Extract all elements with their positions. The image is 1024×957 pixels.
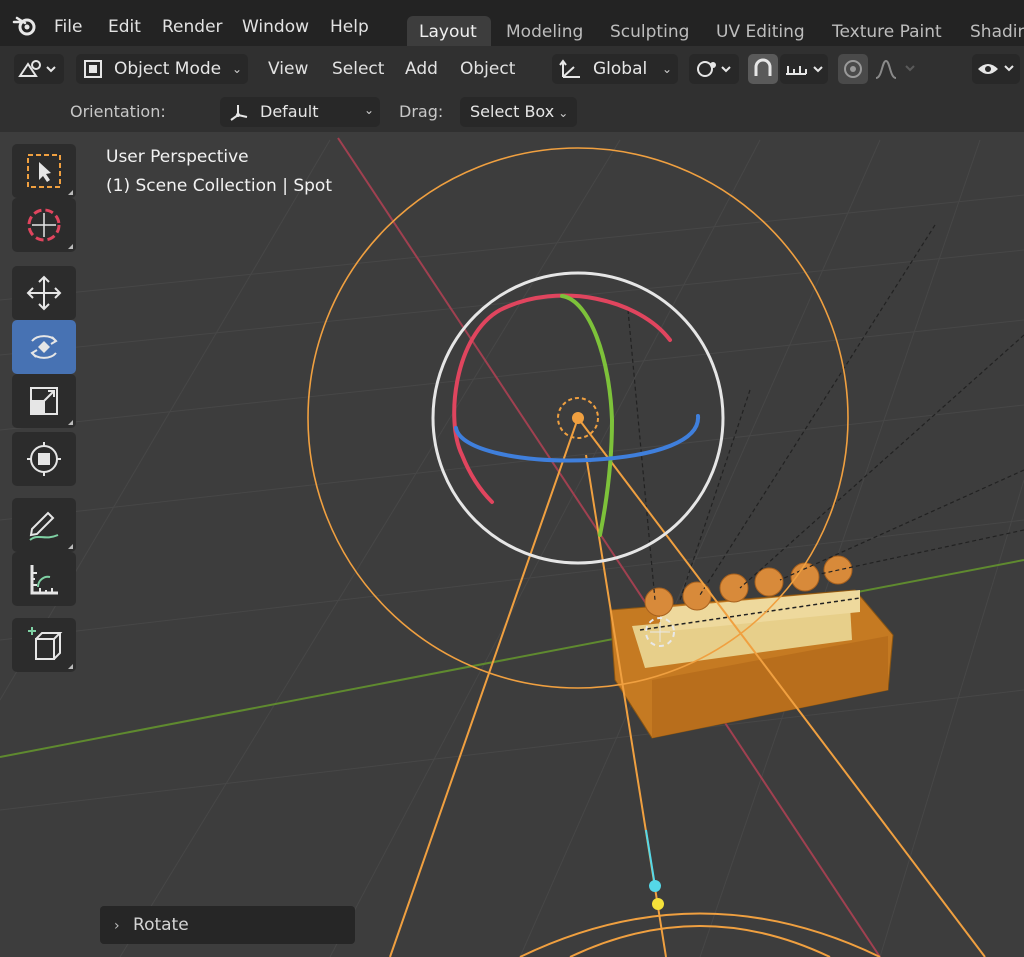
viewport-header: Object Mode ⌄ View Select Add Object Glo… [0, 46, 1024, 92]
drag-dropdown[interactable]: Select Box ⌄ [460, 97, 577, 127]
menu-view[interactable]: View [268, 54, 308, 84]
pivot-point-dropdown[interactable] [689, 54, 739, 84]
object-mode-icon [84, 60, 102, 78]
orientation-dropdown[interactable]: Default ⌄ [220, 97, 380, 127]
menu-window[interactable]: Window [242, 17, 309, 37]
tab-sculpting[interactable]: Sculpting [598, 16, 701, 46]
scale-icon [30, 387, 58, 415]
pencil-icon [29, 511, 59, 541]
viewport-scene[interactable] [0, 132, 1024, 957]
orientation-axes-icon [559, 59, 580, 78]
operator-label: Rotate [133, 915, 189, 935]
editor-type-icon [18, 60, 56, 77]
menu-add[interactable]: Add [405, 54, 438, 84]
tab-layout[interactable]: Layout [407, 16, 491, 46]
top-menu-bar: File Edit Render Window Help Layout Mode… [0, 0, 1024, 46]
tab-modeling[interactable]: Modeling [494, 16, 595, 46]
proportional-editing-toggle[interactable] [838, 54, 868, 84]
tool-options-corner [68, 244, 73, 249]
tool-settings-bar: Orientation: Default ⌄ Drag: Select Box ⌄ [0, 92, 1024, 132]
chevron-down-icon: ⌄ [661, 62, 672, 76]
rotate-icon [30, 335, 58, 359]
mode-label: Object Mode [114, 59, 222, 79]
add-cube-icon [28, 627, 63, 660]
blender-logo-icon[interactable] [12, 14, 38, 38]
menu-render[interactable]: Render [162, 17, 223, 37]
orientation-label: Orientation: [70, 102, 166, 121]
menu-file[interactable]: File [54, 17, 82, 37]
x-rotation-ring[interactable] [452, 293, 672, 504]
pivot-icon [697, 61, 731, 77]
editor-type-button[interactable] [14, 54, 64, 84]
transform-orientation-dropdown[interactable]: Global ⌄ [552, 54, 678, 84]
magnet-icon [754, 58, 772, 76]
visibility-dropdown[interactable] [972, 54, 1020, 84]
tool-add-cube[interactable] [12, 618, 76, 672]
cursor-icon [27, 208, 61, 242]
snap-target-dropdown[interactable] [780, 54, 828, 84]
measure-icon [30, 565, 58, 595]
drag-value: Select Box [470, 102, 555, 121]
y-rotation-ring[interactable] [560, 294, 615, 537]
orientation-label: Global [593, 59, 648, 79]
drag-label: Drag: [399, 102, 444, 121]
tool-options-corner [68, 664, 73, 669]
tool-options-corner [68, 190, 73, 195]
chevron-down-icon: ⌄ [558, 106, 569, 120]
view-name: User Perspective [106, 147, 249, 167]
tool-annotate[interactable] [12, 498, 76, 552]
snap-toggle[interactable] [748, 54, 778, 84]
eye-icon [978, 64, 1014, 74]
3d-viewport[interactable]: User Perspective (1) Scene Collection | … [0, 132, 1024, 957]
spot-target-handle[interactable] [649, 880, 661, 892]
collection-info: (1) Scene Collection | Spot [106, 176, 332, 196]
menu-object[interactable]: Object [460, 54, 515, 84]
proportional-icon [844, 60, 862, 78]
tab-uv-editing[interactable]: UV Editing [704, 16, 817, 46]
tab-texture-paint[interactable]: Texture Paint [820, 16, 954, 46]
orientation-value: Default [260, 102, 319, 121]
chevron-right-icon: › [114, 918, 120, 934]
tool-options-corner [68, 420, 73, 425]
tool-rotate[interactable] [12, 320, 76, 374]
tool-move[interactable] [12, 266, 76, 320]
tool-options-corner [68, 544, 73, 549]
tool-transform[interactable] [12, 432, 76, 486]
menu-select[interactable]: Select [332, 54, 384, 84]
move-icon [26, 275, 62, 311]
chevron-down-icon: ⌄ [231, 62, 242, 76]
tool-scale[interactable] [12, 374, 76, 428]
last-operator-panel[interactable]: › Rotate [100, 906, 355, 944]
snap-increment-icon [786, 66, 823, 75]
tool-measure[interactable] [12, 552, 76, 606]
menu-help[interactable]: Help [330, 17, 369, 37]
spot-size-handle[interactable] [652, 898, 664, 910]
transform-icon [27, 442, 61, 476]
chevron-down-icon: ⌄ [363, 103, 374, 117]
menu-edit[interactable]: Edit [108, 17, 141, 37]
x-axis-line [337, 137, 881, 957]
tool-select-box[interactable] [12, 144, 76, 198]
falloff-dropdown[interactable] [870, 54, 920, 84]
tab-shading[interactable]: Shadin [958, 16, 1024, 46]
select-box-icon [27, 154, 61, 188]
orientation-gizmo-icon [230, 105, 248, 121]
tool-cursor[interactable] [12, 198, 76, 252]
falloff-curve-icon [875, 59, 915, 79]
mode-dropdown[interactable]: Object Mode ⌄ [76, 54, 248, 84]
light-guides [627, 224, 1024, 601]
target-handle-line [645, 829, 656, 887]
